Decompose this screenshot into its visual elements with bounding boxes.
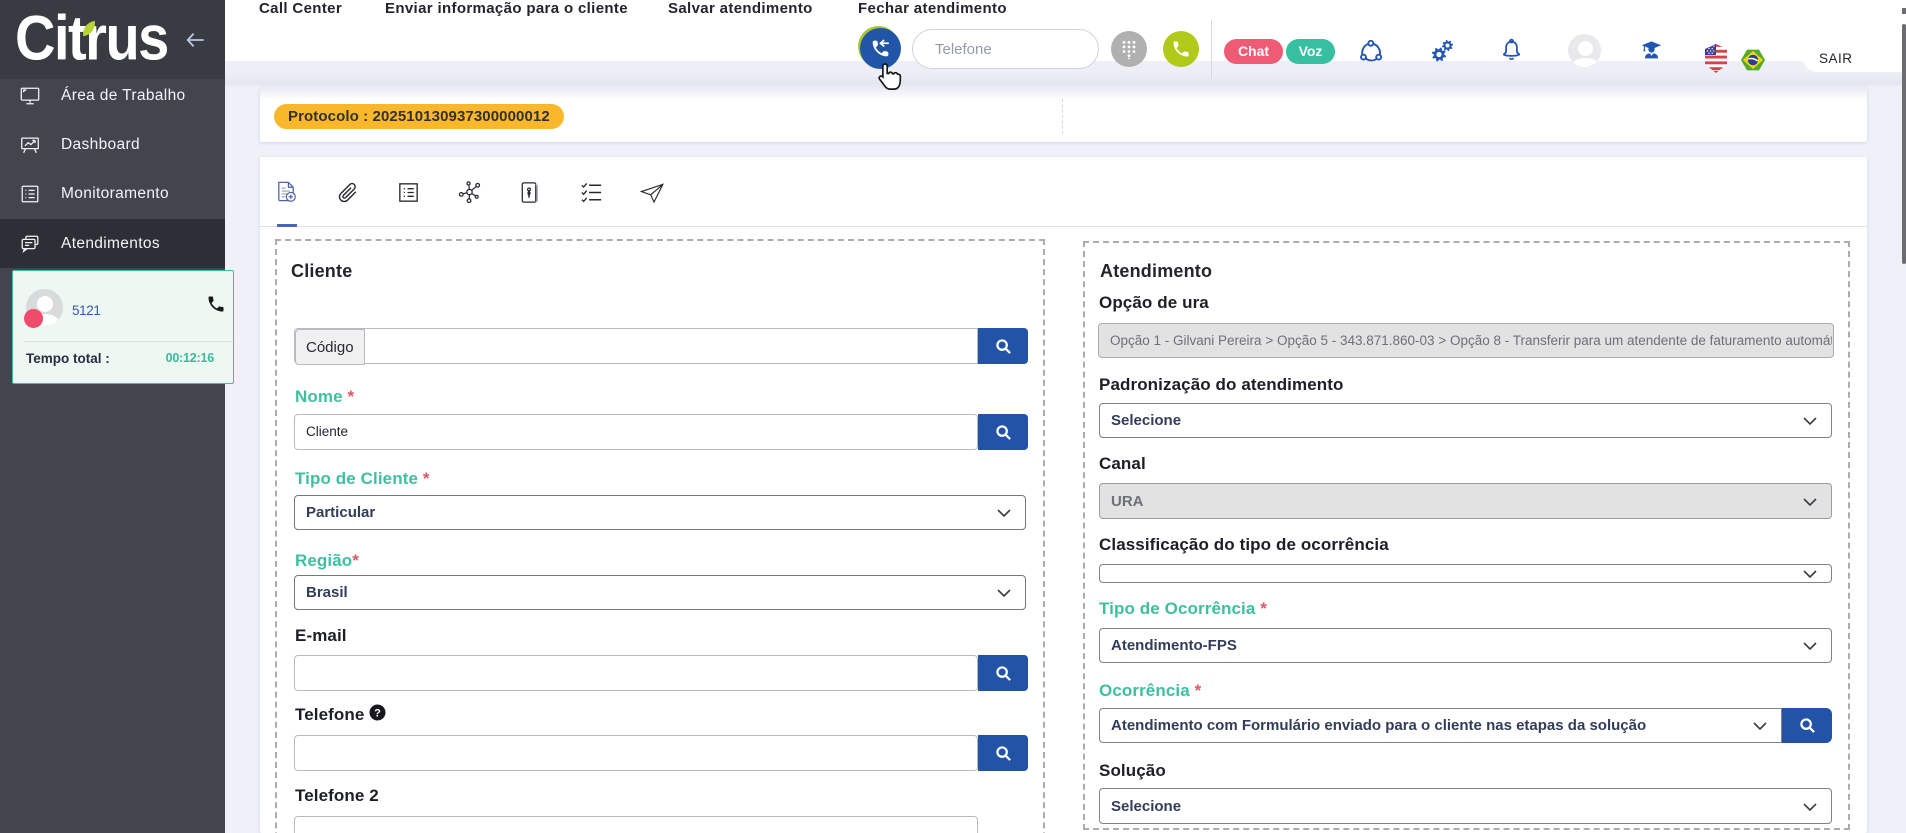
svg-text:?: ? bbox=[374, 708, 381, 720]
